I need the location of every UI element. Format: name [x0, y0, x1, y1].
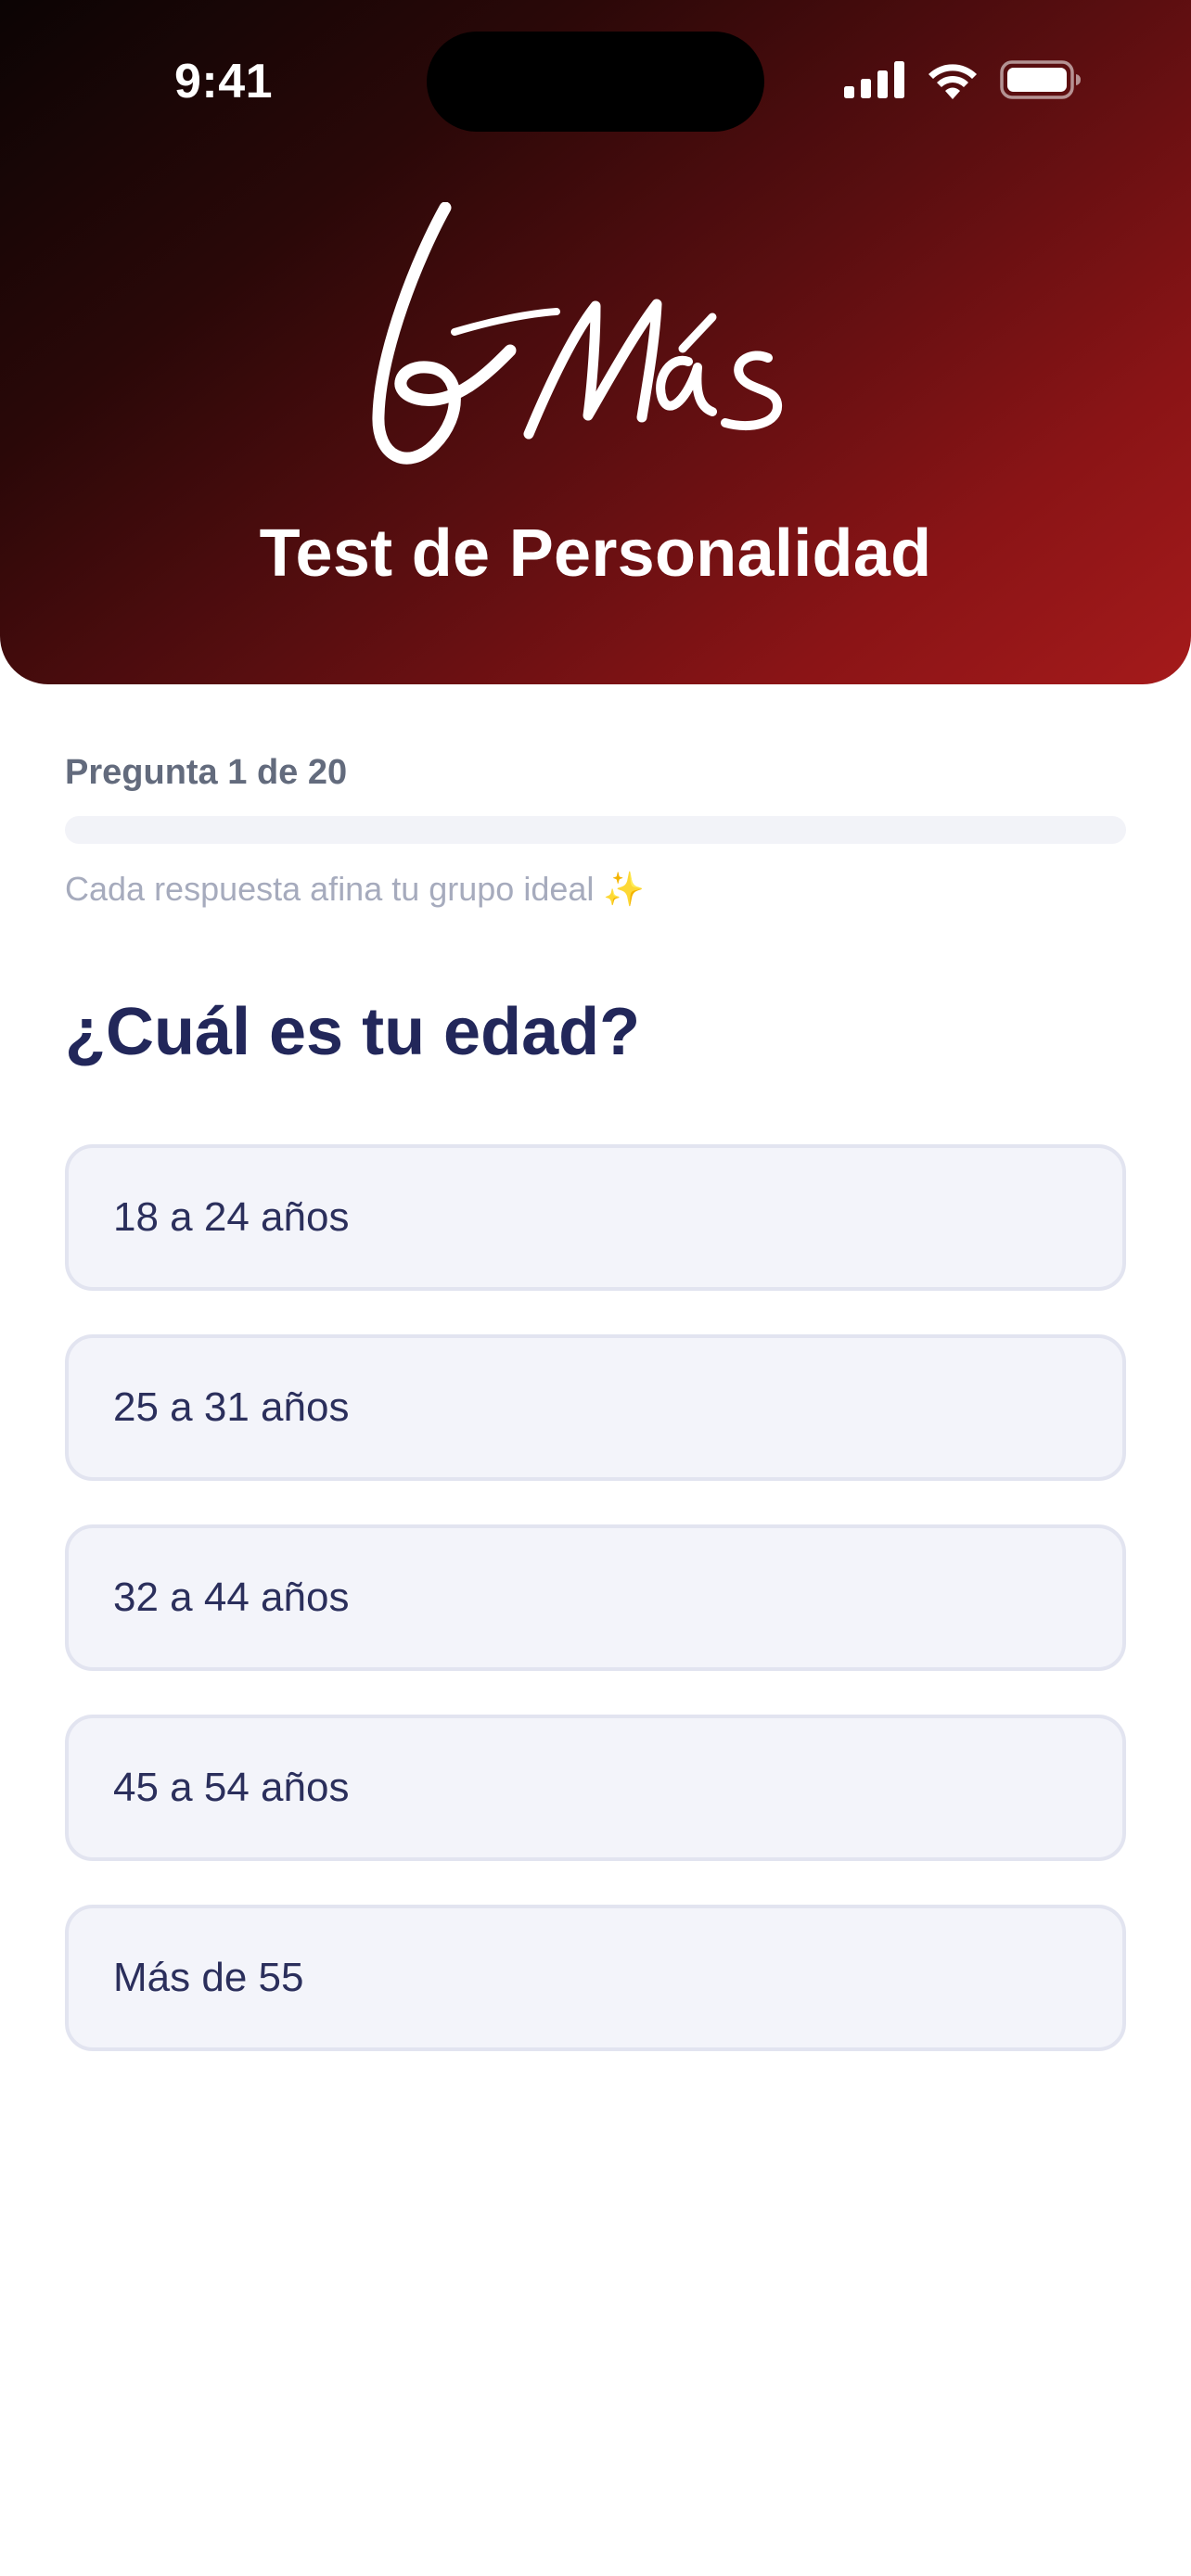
wifi-icon — [928, 64, 977, 99]
answer-option[interactable]: 25 a 31 años — [65, 1334, 1126, 1481]
answer-option[interactable]: 18 a 24 años — [65, 1144, 1126, 1291]
answer-option-label: 45 a 54 años — [113, 1765, 350, 1810]
dynamic-island — [427, 32, 764, 132]
personality-test-screen: 9:41 Test de Personalidad Pregunta 1 de … — [0, 0, 1191, 2576]
status-icons — [844, 59, 1082, 100]
mas-script-logo — [372, 202, 782, 465]
answer-option-label: 25 a 31 años — [113, 1384, 350, 1430]
header-banner: 9:41 Test de Personalidad — [0, 0, 1191, 684]
answer-option[interactable]: 45 a 54 años — [65, 1715, 1126, 1861]
answer-option-label: 18 a 24 años — [113, 1194, 350, 1240]
question-title: ¿Cuál es tu edad? — [65, 995, 641, 1069]
page-title: Test de Personalidad — [259, 516, 932, 591]
answer-option-label: 32 a 44 años — [113, 1575, 350, 1620]
answer-options: 18 a 24 años 25 a 31 años 32 a 44 años 4… — [65, 1144, 1126, 2095]
battery-icon — [1000, 60, 1081, 99]
progress-hint: Cada respuesta afina tu grupo ideal ✨ — [65, 870, 646, 908]
progress-label: Pregunta 1 de 20 — [65, 753, 348, 792]
status-time: 9:41 — [174, 55, 274, 108]
answer-option[interactable]: 32 a 44 años — [65, 1524, 1126, 1671]
cellular-signal-icon — [844, 61, 904, 98]
progress-bar — [65, 816, 1126, 844]
answer-option[interactable]: Más de 55 — [65, 1905, 1126, 2051]
answer-option-label: Más de 55 — [113, 1955, 304, 2000]
